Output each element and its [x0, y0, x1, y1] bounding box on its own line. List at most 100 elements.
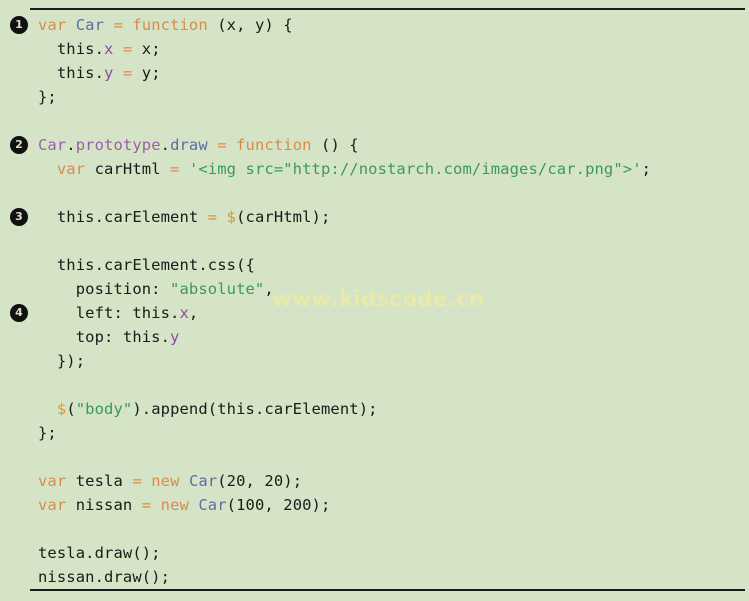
code-line: var tesla = new Car(20, 20); — [0, 469, 749, 493]
token-attr: y — [170, 328, 180, 346]
token-plain: ).append(this.carElement); — [132, 400, 378, 418]
token-prop: prototype — [75, 136, 161, 154]
code-line: }); — [0, 349, 749, 373]
code-text: top: this.y — [38, 328, 180, 346]
callout-bullet-3: 3 — [10, 208, 28, 226]
token-plain: tesla — [66, 472, 133, 490]
code-text: }; — [38, 88, 57, 106]
token-plain: y; — [132, 64, 161, 82]
code-text: left: this.x, — [38, 304, 199, 322]
code-body: 1 var Car = function (x, y) { this.x = x;… — [0, 13, 749, 589]
code-line: this.x = x; — [0, 37, 749, 61]
token-meth: draw — [170, 136, 208, 154]
token-kw: function — [236, 136, 312, 154]
code-text: this.carElement.css({ — [38, 256, 255, 274]
listing-top-rule — [30, 8, 745, 10]
code-line: 1 var Car = function (x, y) { — [0, 13, 749, 37]
token-plain: , — [264, 280, 274, 298]
token-str: "absolute" — [170, 280, 265, 298]
listing-bottom-rule — [30, 589, 745, 591]
token-dollar: $ — [226, 208, 237, 226]
code-text: position: "absolute", — [38, 280, 274, 298]
token-kw: new — [151, 472, 180, 490]
code-text: }; — [38, 424, 57, 442]
token-cls: Car — [75, 16, 105, 34]
token-attr: x — [179, 304, 189, 322]
code-line: top: this.y — [0, 325, 749, 349]
token-plain: this. — [38, 64, 105, 82]
token-str: "body" — [75, 400, 133, 418]
token-plain: position: — [38, 280, 171, 298]
token-plain: . — [160, 136, 171, 154]
token-plain: carHtml — [85, 160, 171, 178]
code-text: var Car = function (x, y) { — [38, 16, 293, 34]
token-plain: top: this. — [38, 328, 171, 346]
code-line: }; — [0, 85, 749, 109]
token-plain: this.carElement — [38, 208, 208, 226]
token-plain: }; — [38, 424, 57, 442]
token-plain: (carHtml); — [236, 208, 331, 226]
token-op: = — [122, 40, 133, 58]
code-text: this.carElement = $(carHtml); — [38, 208, 330, 226]
token-plain: . — [66, 136, 76, 154]
code-line: }; — [0, 421, 749, 445]
token-op: = — [207, 208, 218, 226]
token-plain: this. — [38, 40, 105, 58]
token-prop: Car — [38, 136, 67, 154]
token-plain: this.carElement.css({ — [38, 256, 255, 274]
code-listing: 1 var Car = function (x, y) { this.x = x;… — [0, 0, 749, 601]
callout-bullet-4: 4 — [10, 304, 28, 322]
code-text: Car.prototype.draw = function () { — [38, 136, 359, 154]
code-line: $("body").append(this.carElement); — [0, 397, 749, 421]
callout-bullet-2: 2 — [10, 136, 28, 154]
token-plain: ; — [641, 160, 652, 178]
token-plain: nissan.draw(); — [38, 568, 171, 586]
code-line: var carHtml = '<img src="http://nostarch… — [0, 157, 749, 181]
token-kw: function — [132, 16, 208, 34]
code-text: nissan.draw(); — [38, 568, 170, 586]
code-line: this.y = y; — [0, 61, 749, 85]
token-kw: new — [160, 496, 189, 514]
code-text: var nissan = new Car(100, 200); — [38, 496, 330, 514]
code-text: var carHtml = '<img src="http://nostarch… — [38, 160, 651, 178]
code-text: this.y = y; — [38, 64, 161, 82]
token-plain: nissan — [66, 496, 142, 514]
token-plain: (x, y) { — [207, 16, 293, 34]
token-plain: left: this. — [38, 304, 180, 322]
code-line: 2 Car.prototype.draw = function () { — [0, 133, 749, 157]
code-text: this.x = x; — [38, 40, 161, 58]
token-op: = — [122, 64, 133, 82]
token-kw: var — [38, 16, 67, 34]
code-line: this.carElement.css({ — [0, 253, 749, 277]
token-kw: var — [38, 496, 67, 514]
token-kw: var — [56, 160, 86, 178]
token-op: = — [170, 160, 180, 178]
code-line: 3 this.carElement = $(carHtml); — [0, 205, 749, 229]
code-line: position: "absolute", — [0, 277, 749, 301]
token-plain: ( — [66, 400, 76, 418]
token-plain: , — [188, 304, 199, 322]
token-plain: }; — [38, 88, 57, 106]
token-plain: }); — [38, 352, 86, 370]
token-op: = — [217, 136, 227, 154]
token-cls: Car — [198, 496, 227, 514]
code-text: tesla.draw(); — [38, 544, 161, 562]
token-str: '<img src="http://nostarch.com/images/ca… — [188, 160, 642, 178]
token-plain: x; — [132, 40, 161, 58]
